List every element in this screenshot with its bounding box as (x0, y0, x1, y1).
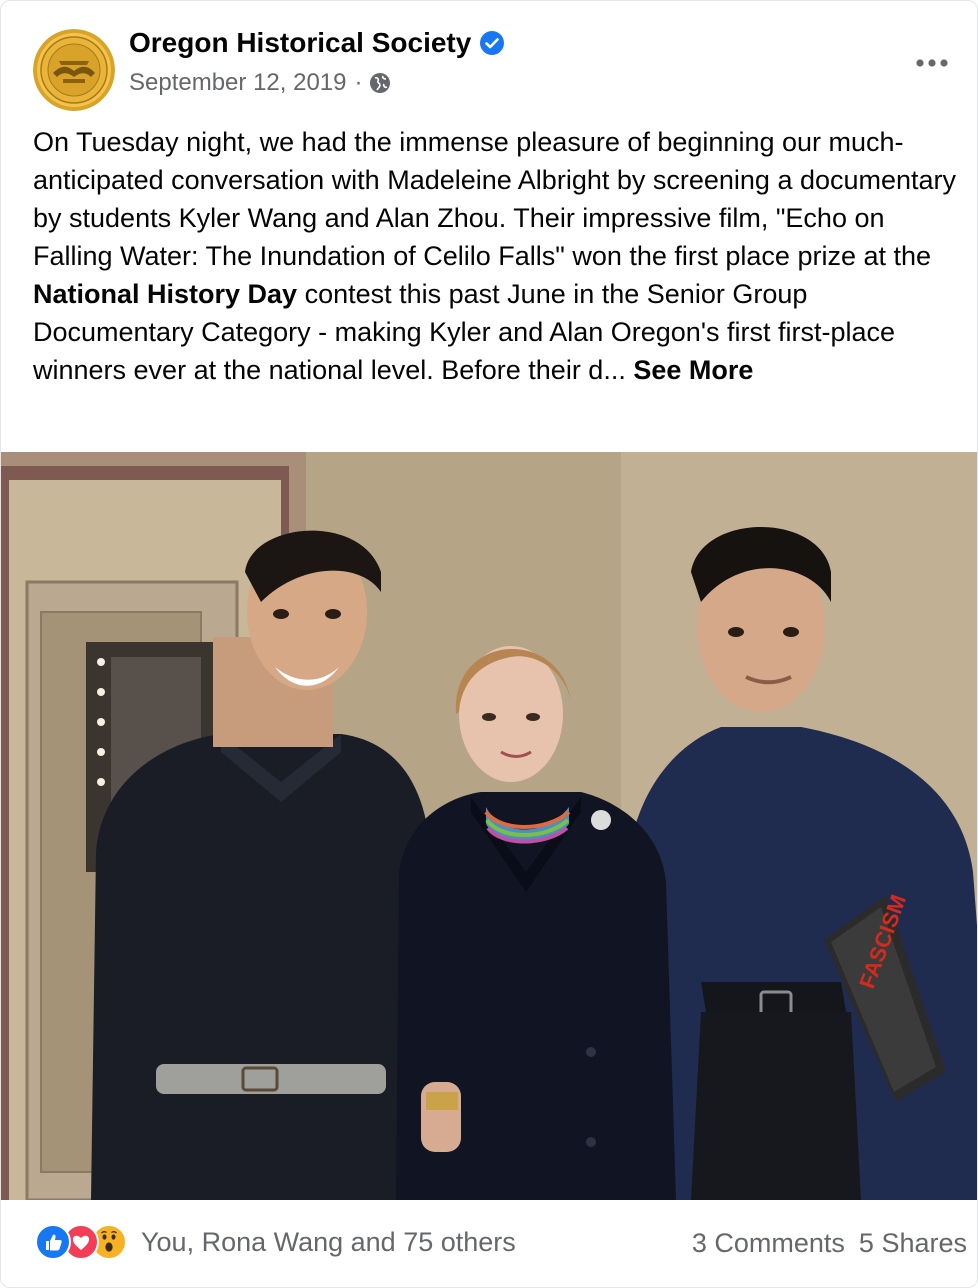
page-name[interactable]: Oregon Historical Society (129, 27, 471, 59)
page-name-link[interactable]: Oregon Historical Society (129, 27, 505, 59)
globe-icon (369, 72, 391, 94)
more-options-button[interactable] (907, 45, 957, 81)
shares-count[interactable]: 5 Shares (859, 1228, 967, 1259)
like-icon (35, 1224, 71, 1260)
post-footer: You, Rona Wang and 75 others 3 Comments … (1, 1200, 977, 1287)
post-header: Oregon Historical Society September 12, … (1, 1, 977, 111)
counts-spacer (845, 1228, 859, 1259)
post-meta: September 12, 2019 · (129, 69, 391, 97)
page-avatar[interactable] (33, 29, 115, 111)
photo-image: FASCISM (1, 452, 977, 1200)
reactions-summary[interactable]: You, Rona Wang and 75 others (35, 1224, 516, 1260)
meta-separator: · (354, 69, 363, 96)
post-text-part1: On Tuesday night, we had the immense ple… (33, 127, 957, 271)
comments-count[interactable]: 3 Comments (692, 1228, 845, 1259)
reactions-text[interactable]: You, Rona Wang and 75 others (141, 1227, 516, 1258)
post-text: On Tuesday night, we had the immense ple… (33, 123, 963, 389)
post-card: Oregon Historical Society September 12, … (0, 0, 978, 1288)
post-text-bold: National History Day (33, 279, 298, 309)
verified-badge-icon (479, 30, 505, 56)
post-date[interactable]: September 12, 2019 (129, 69, 347, 97)
oregon-historical-society-logo (33, 29, 115, 111)
more-options-icon (916, 59, 948, 67)
post-photo[interactable]: FASCISM (1, 452, 977, 1200)
engagement-counts: 3 Comments 5 Shares (692, 1228, 967, 1259)
see-more-button[interactable]: See More (633, 355, 753, 385)
